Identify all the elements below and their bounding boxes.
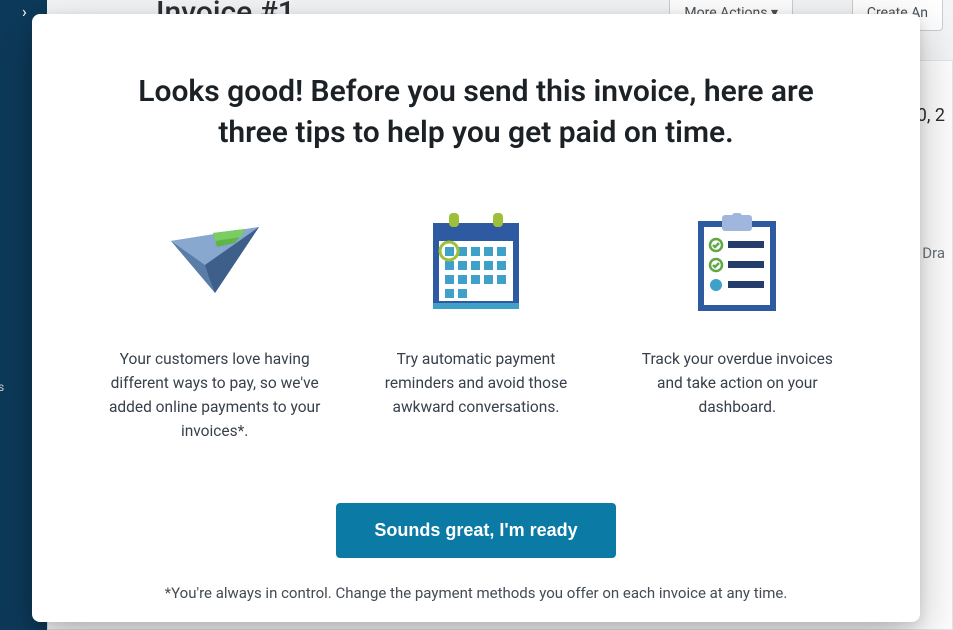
sounds-great-button[interactable]: Sounds great, I'm ready <box>336 503 615 558</box>
clipboard-checklist-icon <box>627 213 848 313</box>
chevron-right-icon: › <box>22 2 27 21</box>
tips-modal: Looks good! Before you send this invoice… <box>32 14 920 622</box>
paper-plane-money-icon <box>104 213 325 313</box>
tip-reminders: Try automatic payment reminders and avoi… <box>365 213 586 443</box>
tip-text: Try automatic payment reminders and avoi… <box>366 347 586 419</box>
tip-tracking: Track your overdue invoices and take act… <box>627 213 848 443</box>
invoice-date-fragment: 0, 2 <box>917 105 945 126</box>
tip-payments: Your customers love having different way… <box>104 213 325 443</box>
invoice-status-fragment: Dra <box>922 244 945 262</box>
sidebar-fragment-2: s <box>0 380 4 394</box>
tip-text: Track your overdue invoices and take act… <box>627 347 847 419</box>
modal-footnote: *You're always in control. Change the pa… <box>104 584 848 602</box>
calendar-icon <box>365 213 586 313</box>
tips-row: Your customers love having different way… <box>104 213 848 443</box>
tip-text: Your customers love having different way… <box>105 347 325 443</box>
modal-title: Looks good! Before you send this invoice… <box>136 72 816 153</box>
